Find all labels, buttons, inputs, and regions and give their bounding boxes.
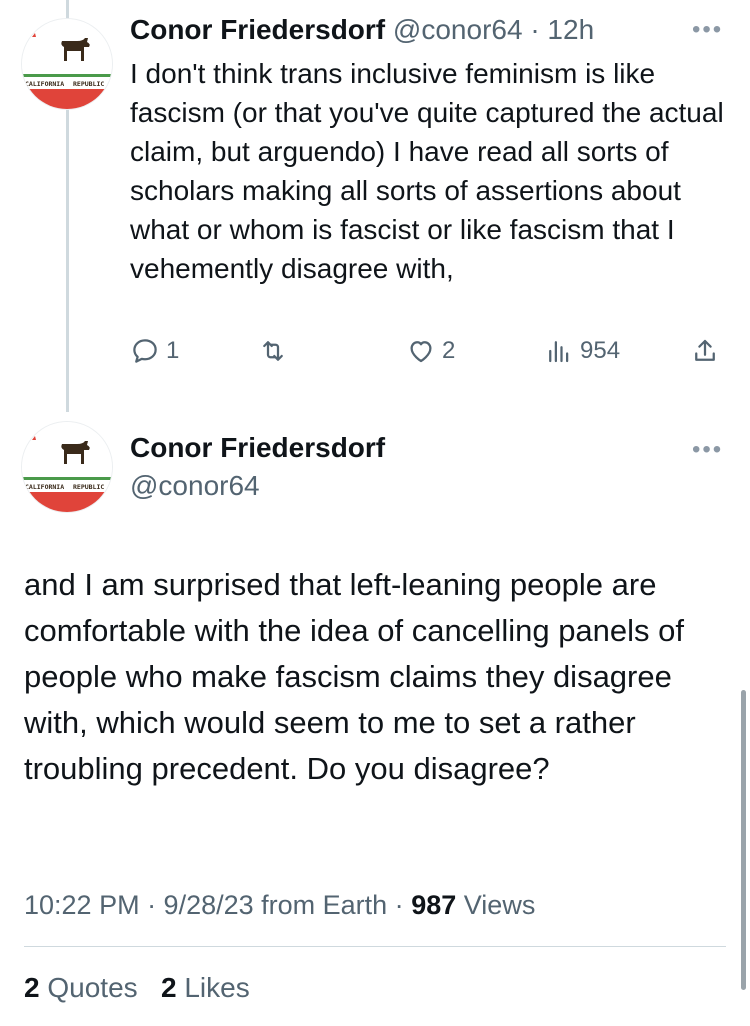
svg-text:CALIFORNIA: CALIFORNIA bbox=[25, 483, 64, 491]
heart-icon bbox=[410, 341, 432, 363]
svg-text:CALIFORNIA: CALIFORNIA bbox=[25, 80, 64, 88]
share-button[interactable] bbox=[690, 336, 726, 366]
likes-count: 2 bbox=[160, 972, 177, 1003]
views-count: 987 bbox=[411, 890, 457, 920]
tweet-action-bar: 1 2 954 bbox=[130, 336, 730, 372]
reply-bubble-icon bbox=[133, 339, 157, 363]
author-handle[interactable]: @conor64 bbox=[393, 14, 523, 45]
engagement-stats: 2 Quotes 2 Likes bbox=[24, 972, 250, 1004]
avatar[interactable]: CALIFORNIA REPUBLIC bbox=[22, 19, 112, 109]
author-name[interactable]: Conor Friedersdorf bbox=[130, 432, 385, 463]
main-tweet-text: and I am surprised that left-leaning peo… bbox=[24, 567, 685, 786]
analytics-bars-icon bbox=[549, 341, 569, 363]
author-name-line: Conor Friedersdorf bbox=[130, 432, 385, 464]
author-name[interactable]: Conor Friedersdorf bbox=[130, 14, 385, 45]
california-flag-bear-icon: CALIFORNIA REPUBLIC bbox=[22, 422, 112, 512]
author-handle[interactable]: @conor64 bbox=[130, 470, 260, 502]
likes-link[interactable]: 2 Likes bbox=[161, 972, 250, 1003]
tweet-metadata: 10:22 PM · 9/28/23 from Earth · 987 View… bbox=[24, 890, 535, 921]
divider bbox=[24, 946, 726, 947]
separator-dot: · bbox=[530, 14, 540, 45]
view-count: 954 bbox=[580, 337, 621, 364]
tweet-time[interactable]: 12h bbox=[547, 14, 594, 45]
svg-text:REPUBLIC: REPUBLIC bbox=[73, 483, 104, 491]
scrollbar[interactable] bbox=[741, 690, 746, 990]
reply-tweet-header: Conor Friedersdorf @conor64 · 12h bbox=[130, 14, 594, 46]
quotes-count: 2 bbox=[24, 972, 40, 1003]
avatar[interactable]: CALIFORNIA REPUBLIC bbox=[22, 422, 112, 512]
retweet-icon bbox=[263, 341, 283, 361]
quotes-link[interactable]: 2 Quotes bbox=[24, 972, 138, 1003]
tweet-timestamp[interactable]: 10:22 PM · 9/28/23 from Earth · bbox=[24, 890, 404, 920]
reply-count: 1 bbox=[166, 337, 180, 364]
reply-tweet-text: I don't think trans inclusive feminism i… bbox=[130, 58, 724, 284]
likes-label: Likes bbox=[184, 972, 250, 1003]
quotes-label: Quotes bbox=[47, 972, 138, 1003]
like-count: 2 bbox=[442, 337, 456, 364]
svg-text:REPUBLIC: REPUBLIC bbox=[73, 80, 104, 88]
reply-button[interactable]: 1 bbox=[130, 336, 179, 366]
share-upload-icon bbox=[695, 339, 715, 361]
california-flag-bear-icon: CALIFORNIA REPUBLIC bbox=[22, 19, 112, 109]
views-label: Views bbox=[463, 890, 536, 920]
retweet-button[interactable] bbox=[258, 336, 294, 366]
more-options-icon[interactable]: ••• bbox=[692, 436, 723, 464]
more-options-icon[interactable]: ••• bbox=[692, 16, 723, 44]
like-button[interactable]: 2 bbox=[406, 336, 455, 366]
views-button[interactable]: 954 bbox=[544, 336, 620, 366]
